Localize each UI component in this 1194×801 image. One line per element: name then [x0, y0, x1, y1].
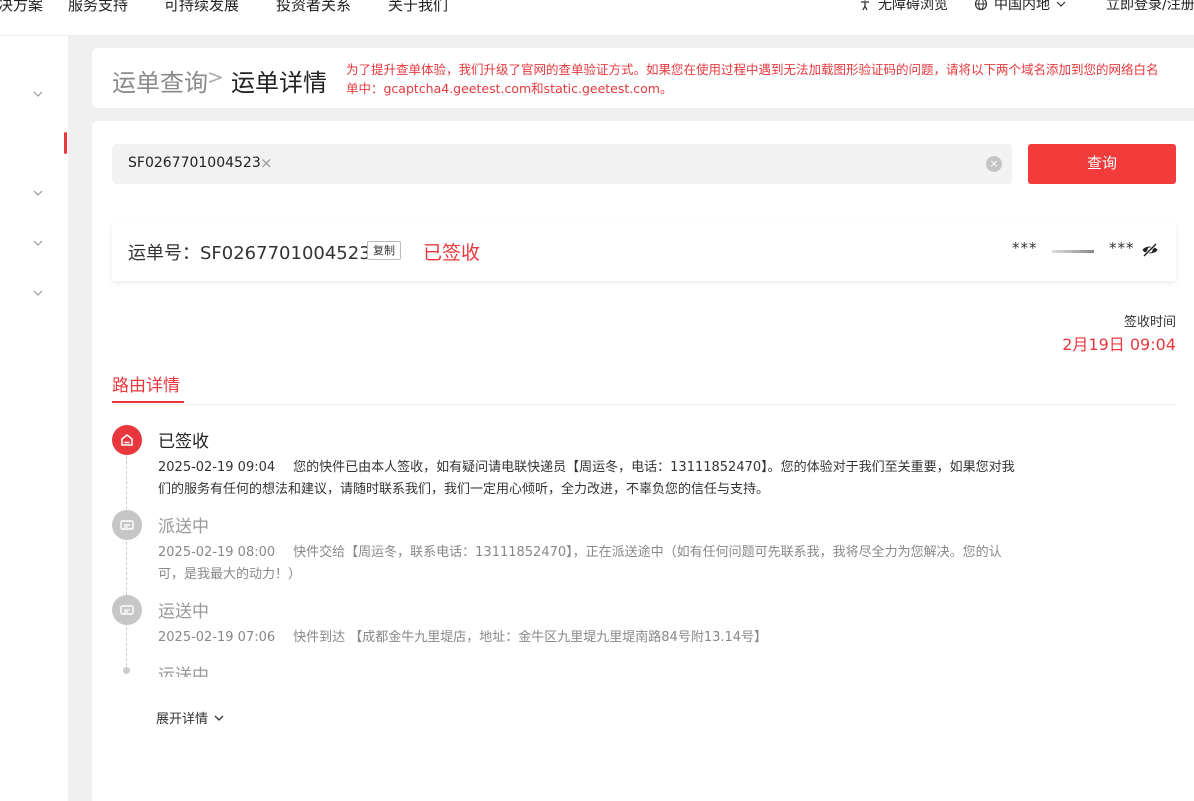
timeline-status: 运送中: [158, 602, 209, 622]
top-nav: 决方案 服务支持 可持续发展 投资者关系 关于我们 无障碍浏览 中国内地 立即登…: [0, 0, 1194, 36]
nav-item-service[interactable]: 服务支持: [68, 0, 128, 15]
region-selector[interactable]: 中国内地: [974, 0, 1066, 14]
timeline-status: 运送中: [158, 666, 209, 677]
login-link[interactable]: 立即登录/注册: [1106, 0, 1194, 14]
tab-route-details[interactable]: 路由详情: [112, 371, 180, 396]
tab-underline: [112, 401, 184, 403]
expand-label: 展开详情: [156, 712, 209, 727]
timeline-text: 您的快件已由本人签收，如有疑问请电联快递员【周运冬，电话：13111852470…: [158, 460, 1015, 497]
captcha-notice: 为了提升查单体验，我们升级了官网的查单验证方式。如果您在使用过程中遇到无法加载图…: [346, 62, 1159, 96]
chevron-down-icon: [1056, 1, 1066, 7]
search-input[interactable]: SF0267701004523 × ×: [112, 144, 1012, 184]
nav-item-investors[interactable]: 投资者关系: [276, 0, 351, 15]
route-arrow: [1052, 250, 1094, 253]
accessibility-link[interactable]: 无障碍浏览: [858, 0, 948, 14]
tab-divider: [112, 404, 1176, 405]
sidebar: [0, 36, 68, 801]
timeline-desc: 2025-02-19 09:04 您的快件已由本人签收，如有疑问请电联快递员【周运…: [158, 457, 1024, 501]
timeline-fade: 运送中: [92, 641, 1194, 677]
sign-time-value: 2月19日 09:04: [1062, 335, 1176, 354]
nav-item-about[interactable]: 关于我们: [388, 0, 448, 15]
chevron-down-icon[interactable]: [32, 187, 44, 199]
timeline-time: 2025-02-19 08:00: [158, 545, 276, 560]
clear-icon[interactable]: ×: [986, 156, 1002, 172]
timeline-text: 快件交给【周运冬，联系电话：13111852470】，正在派送途中（如有任何问题…: [158, 545, 1002, 582]
delivery-icon: [112, 510, 142, 540]
eye-off-icon[interactable]: [1141, 241, 1159, 259]
main-content: SF0267701004523 × × 查询 运单号：SF02677010045…: [92, 121, 1194, 801]
nav-item-sustainability[interactable]: 可持续发展: [164, 0, 239, 15]
breadcrumb-separator: >: [207, 65, 224, 89]
globe-icon: [974, 0, 988, 11]
waybill-number: 运单号：SF0267701004523: [128, 243, 371, 264]
expand-details-button[interactable]: 展开详情: [156, 708, 225, 727]
signed-icon: [112, 425, 142, 455]
route-destination: ***: [1109, 239, 1135, 257]
status-badge: 已签收: [423, 242, 481, 264]
query-button[interactable]: 查询: [1028, 144, 1176, 184]
timeline-dot: [123, 667, 130, 674]
timeline-line: [126, 456, 127, 671]
breadcrumb: 运单查询 > 运单详情 为了提升查单体验，我们升级了官网的查单验证方式。如果您在…: [92, 48, 1194, 108]
sidebar-active-indicator: [64, 132, 67, 154]
transit-icon: [112, 595, 142, 625]
nav-item-solutions[interactable]: 决方案: [0, 0, 43, 15]
route-origin: ***: [1012, 239, 1038, 257]
chevron-down-icon: [214, 715, 224, 721]
waybill-summary: 运单号：SF0267701004523 复制 已签收 *** ***: [112, 221, 1176, 281]
timeline-time: 2025-02-19 09:04: [158, 460, 276, 475]
timeline-status: 派送中: [158, 517, 209, 537]
chevron-down-icon[interactable]: [32, 237, 44, 249]
sign-time-label: 签收时间: [1123, 315, 1176, 330]
region-label: 中国内地: [994, 0, 1050, 13]
chevron-down-icon[interactable]: [32, 88, 44, 100]
accessibility-icon: [861, 0, 869, 11]
tag-close-icon[interactable]: ×: [260, 154, 273, 172]
accessibility-label: 无障碍浏览: [878, 0, 948, 13]
copy-button[interactable]: 复制: [367, 241, 401, 260]
breadcrumb-waybill-query[interactable]: 运单查询: [112, 63, 208, 98]
chevron-down-icon[interactable]: [32, 287, 44, 299]
page-title: 运单详情: [231, 69, 327, 97]
search-tag: SF0267701004523: [128, 155, 261, 171]
timeline-status: 已签收: [158, 432, 209, 452]
timeline-desc: 2025-02-19 08:00 快件交给【周运冬，联系电话：1311185247…: [158, 542, 1024, 586]
